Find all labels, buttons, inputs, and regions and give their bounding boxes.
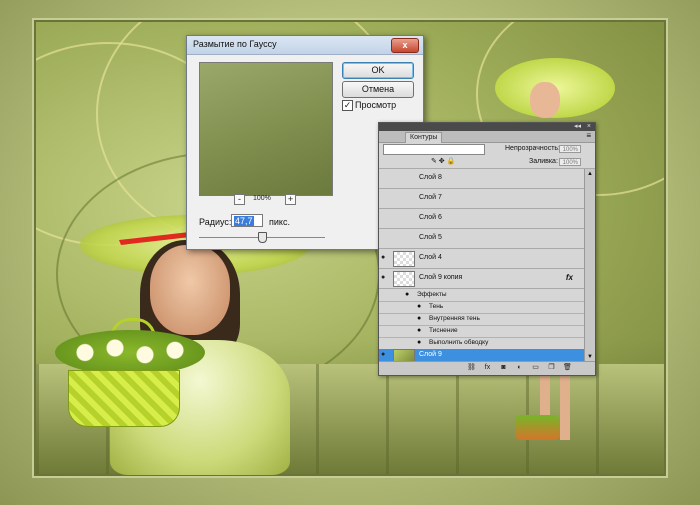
visibility-eye-icon[interactable]: ● (381, 274, 390, 282)
dialog-title: Размытие по Гауссу (193, 39, 277, 49)
layer-row[interactable]: Слой 6 (379, 209, 585, 229)
add-style-icon[interactable]: fx (483, 364, 492, 372)
panel-menu-icon[interactable]: ≡ (586, 131, 591, 140)
scroll-up-icon[interactable]: ▲ (586, 170, 594, 178)
close-button[interactable]: x (391, 38, 419, 53)
layer-name: Слой 4 (419, 254, 442, 261)
layer-row[interactable]: Слой 5 (379, 229, 585, 249)
fill-label: Заливка: (529, 158, 558, 165)
effects-header: Эффекты (417, 291, 447, 298)
preview-window[interactable] (199, 62, 333, 196)
daisy-bouquet (55, 330, 205, 375)
layers-panel: ◂◂ × Контуры ≡ Непрозрачность: 100% ✎ ✥ … (378, 122, 596, 376)
link-layers-icon[interactable]: ⛓ (467, 364, 476, 372)
zoom-level: 100% (253, 195, 271, 202)
visibility-eye-icon[interactable]: ● (417, 327, 421, 335)
layer-thumbnail (393, 271, 415, 287)
effect-name: Тиснение (429, 327, 458, 334)
effect-name: Выполнить обводку (429, 339, 489, 346)
adjustment-layer-icon[interactable]: ◐ (515, 364, 524, 372)
visibility-eye-icon[interactable]: ● (405, 291, 409, 299)
visibility-eye-icon[interactable] (381, 214, 390, 222)
tab-paths[interactable]: Контуры (405, 132, 443, 143)
opacity-field[interactable]: 100% (559, 145, 581, 153)
collapse-panel-icon[interactable]: ◂◂ (574, 123, 581, 131)
new-layer-icon[interactable]: ❐ (547, 364, 556, 372)
woman-face (150, 245, 230, 335)
panel-topbar: ◂◂ × (379, 123, 595, 131)
layer-name: Слой 9 копия (419, 274, 463, 281)
opacity-label: Непрозрачность: (505, 145, 560, 152)
preview-checkbox-label: Просмотр (355, 100, 397, 110)
lock-fill-row: ✎ ✥ 🔒 Заливка: 100% (379, 156, 595, 169)
layer-thumbnail (393, 251, 415, 267)
layer-row[interactable]: ● Слой 4 (379, 249, 585, 269)
visibility-eye-icon[interactable]: ● (381, 254, 390, 262)
effect-name: Тень (429, 303, 444, 310)
radius-unit: пикс. (269, 217, 290, 227)
layer-name: Слой 6 (419, 214, 442, 221)
layer-name: Слой 5 (419, 234, 442, 241)
visibility-eye-icon[interactable]: ● (417, 315, 421, 323)
new-group-icon[interactable]: ▭ (531, 364, 540, 372)
preview-checkbox[interactable]: ✓ (342, 100, 353, 111)
radius-input[interactable]: 47,7 (231, 214, 263, 227)
layer-name: Слой 9 (419, 351, 442, 358)
visibility-eye-icon[interactable] (381, 234, 390, 242)
blend-mode-select[interactable] (383, 144, 485, 155)
layer-row[interactable]: Слой 7 (379, 189, 585, 209)
radius-value: 47,7 (234, 216, 254, 226)
fx-icon[interactable]: fx (566, 273, 573, 282)
panel-tabs: Контуры ≡ (379, 131, 595, 143)
trash-icon[interactable]: 🗑 (563, 364, 572, 372)
visibility-eye-icon[interactable]: ● (381, 351, 390, 359)
visibility-eye-icon[interactable] (381, 194, 390, 202)
layer-name: Слой 8 (419, 174, 442, 181)
blend-opacity-row: Непрозрачность: 100% (379, 143, 595, 155)
second-woman-face (530, 82, 560, 118)
cancel-button[interactable]: Отмена (342, 81, 414, 98)
visibility-eye-icon[interactable]: ● (417, 339, 421, 347)
layer-row[interactable]: Слой 8 (379, 169, 585, 189)
layers-footer: ⛓ fx ◙ ◐ ▭ ❐ 🗑 (379, 361, 595, 375)
layers-scrollbar[interactable]: ▲ ▼ (584, 169, 595, 362)
dialog-titlebar[interactable]: Размытие по Гауссу x (187, 36, 423, 55)
lock-icons[interactable]: ✎ ✥ 🔒 (431, 156, 455, 168)
green-shoes (515, 415, 560, 440)
zoom-out-button[interactable]: - (234, 194, 245, 205)
visibility-eye-icon[interactable] (381, 174, 390, 182)
effect-name: Внутренняя тень (429, 315, 480, 322)
radius-label: Радиус: (199, 217, 232, 227)
ok-button[interactable]: OK (342, 62, 414, 79)
flower-basket (68, 370, 180, 427)
add-mask-icon[interactable]: ◙ (499, 364, 508, 372)
layer-row[interactable]: ● Слой 9 копия fx (379, 269, 585, 289)
visibility-eye-icon[interactable]: ● (417, 303, 421, 311)
scroll-down-icon[interactable]: ▼ (586, 353, 594, 361)
close-panel-icon[interactable]: × (587, 123, 591, 131)
layer-name: Слой 7 (419, 194, 442, 201)
zoom-in-button[interactable]: + (285, 194, 296, 205)
radius-slider-thumb[interactable] (258, 232, 267, 243)
layer-list: Слой 8 Слой 7 Слой 6 Слой 5 ● Слой 4 ● С… (379, 169, 585, 362)
fill-field[interactable]: 100% (559, 158, 581, 166)
